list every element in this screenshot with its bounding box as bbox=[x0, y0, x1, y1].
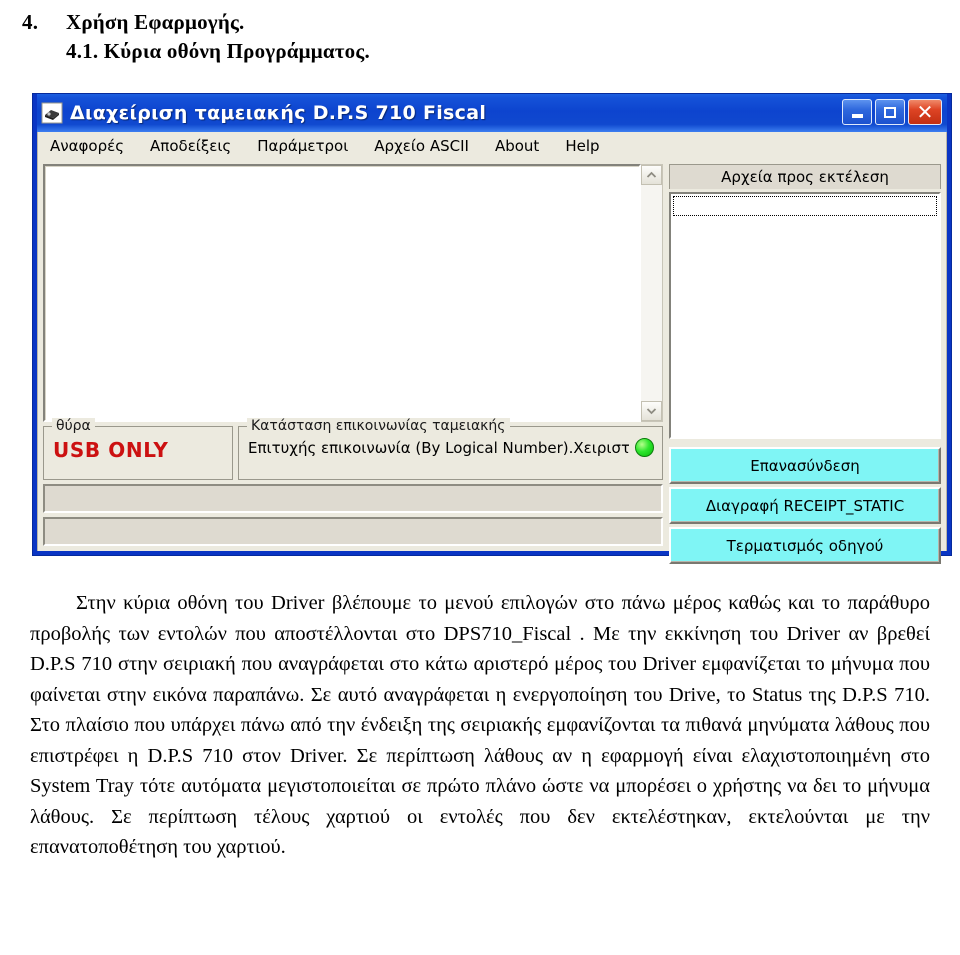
window-titlebar[interactable]: Διαχείριση ταμειακής D.P.S 710 Fiscal ✕ bbox=[37, 94, 947, 132]
chevron-up-icon[interactable] bbox=[641, 165, 662, 185]
port-groupbox: θύρα USB ONLY bbox=[43, 418, 233, 480]
menu-item-parametroi[interactable]: Παράμετροι bbox=[255, 136, 350, 156]
application-window-screenshot: Διαχείριση ταμειακής D.P.S 710 Fiscal ✕ … bbox=[32, 93, 952, 564]
list-item[interactable] bbox=[673, 196, 937, 216]
reconnect-button[interactable]: Επανασύνδεση bbox=[669, 447, 941, 484]
communication-status-groupbox: Κατάσταση επικοινωνίας ταμειακής Επιτυχή… bbox=[238, 418, 663, 480]
files-to-execute-list[interactable] bbox=[669, 192, 941, 439]
command-log-area[interactable] bbox=[43, 164, 641, 422]
heading-number: 4. bbox=[22, 10, 39, 34]
close-icon: ✕ bbox=[916, 100, 934, 124]
page-title: 4. Χρήση Εφαρμογής. bbox=[22, 8, 960, 37]
communication-groupbox-label: Κατάσταση επικοινωνίας ταμειακής bbox=[247, 418, 510, 434]
printer-device-icon bbox=[41, 102, 63, 124]
minimize-icon bbox=[851, 113, 863, 118]
communication-status-line: Επιτυχής επικοινωνία (By Logical Number)… bbox=[248, 438, 654, 457]
message-panel-lower bbox=[43, 517, 663, 546]
menu-item-apodeixeis[interactable]: Αποδείξεις bbox=[148, 136, 233, 156]
port-groupbox-label: θύρα bbox=[52, 418, 95, 434]
status-led-green-icon bbox=[635, 438, 654, 457]
console-row bbox=[43, 164, 663, 422]
console-scrollbar[interactable] bbox=[641, 164, 663, 422]
subheading: 4.1. Κύρια οθόνη Προγράμματος. bbox=[66, 39, 370, 63]
files-panel-header: Αρχεία προς εκτέλεση bbox=[669, 164, 941, 189]
status-row: θύρα USB ONLY Κατάσταση επικοινωνίας ταμ… bbox=[43, 418, 663, 480]
maximize-button[interactable] bbox=[875, 99, 905, 125]
close-button[interactable]: ✕ bbox=[908, 99, 942, 125]
left-column: θύρα USB ONLY Κατάσταση επικοινωνίας ταμ… bbox=[43, 164, 663, 546]
menu-item-anafores[interactable]: Αναφορές bbox=[48, 136, 126, 156]
menu-item-arxeio-ascii[interactable]: Αρχείο ASCII bbox=[372, 136, 471, 156]
delete-receipt-static-button[interactable]: Διαγραφή RECEIPT_STATIC bbox=[669, 487, 941, 524]
message-panel-upper bbox=[43, 484, 663, 513]
heading-title: Χρήση Εφαρμογής. bbox=[66, 10, 245, 34]
menu-bar: Αναφορές Αποδείξεις Παράμετροι Αρχείο AS… bbox=[38, 132, 946, 160]
scrollbar-track[interactable] bbox=[641, 185, 662, 401]
maximize-icon bbox=[884, 106, 896, 118]
window-frame: Διαχείριση ταμειακής D.P.S 710 Fiscal ✕ … bbox=[32, 93, 952, 564]
window-client-area: Αναφορές Αποδείξεις Παράμετροι Αρχείο AS… bbox=[37, 132, 947, 564]
window-body: θύρα USB ONLY Κατάσταση επικοινωνίας ταμ… bbox=[38, 160, 946, 564]
menu-item-about[interactable]: About bbox=[493, 136, 541, 156]
minimize-button[interactable] bbox=[842, 99, 872, 125]
window-controls: ✕ bbox=[842, 99, 942, 125]
menu-item-help[interactable]: Help bbox=[563, 136, 601, 156]
window-title: Διαχείριση ταμειακής D.P.S 710 Fiscal bbox=[70, 102, 487, 124]
terminate-driver-button[interactable]: Τερματισμός οδηγού bbox=[669, 527, 941, 564]
chevron-down-icon[interactable] bbox=[641, 401, 662, 421]
communication-status-text: Επιτυχής επικοινωνία (By Logical Number)… bbox=[248, 438, 629, 457]
port-value: USB ONLY bbox=[53, 438, 169, 462]
document-headings: 4. Χρήση Εφαρμογής. 4.1. Κύρια οθόνη Προγ… bbox=[0, 0, 960, 66]
body-paragraph: Στην κύρια οθόνη του Driver βλέπουμε το … bbox=[30, 592, 930, 858]
right-column: Αρχεία προς εκτέλεση Επανασύνδεση Διαγρα… bbox=[669, 164, 941, 564]
